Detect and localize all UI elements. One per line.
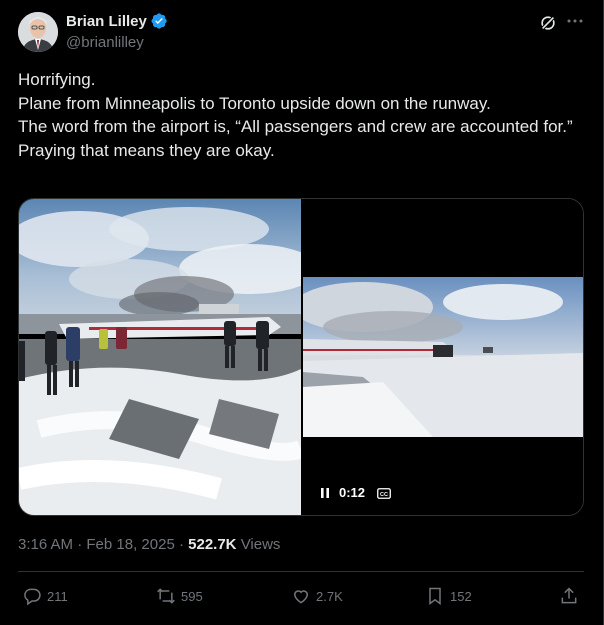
reply-count: 211 — [47, 588, 68, 604]
tweet-line: Horrifying. — [18, 70, 96, 89]
like-button[interactable]: 2.7K — [291, 586, 343, 606]
tweet-text: Horrifying. Plane from Minneapolis to To… — [18, 68, 588, 162]
avatar[interactable] — [18, 12, 58, 52]
tweet-line: The word from the airport is, “All passe… — [18, 117, 573, 136]
meta-separator: · — [178, 536, 184, 553]
video-player[interactable]: 0:12 CC — [303, 199, 583, 515]
video-elapsed-time: 0:12 — [339, 485, 366, 500]
video-frame — [303, 277, 583, 437]
tweet-time[interactable]: 3:16 AM — [18, 536, 73, 553]
divider — [18, 571, 584, 572]
author-name-row[interactable]: Brian Lilley — [66, 12, 168, 30]
like-count: 2.7K — [316, 588, 343, 604]
bookmark-count: 152 — [450, 588, 472, 604]
reply-icon — [24, 588, 41, 606]
media-grid: 0:12 CC — [18, 198, 584, 516]
svg-text:CC: CC — [380, 492, 388, 498]
display-name[interactable]: Brian Lilley — [66, 13, 147, 30]
views-count[interactable]: 522.7K — [188, 536, 236, 553]
views-label: Views — [240, 536, 281, 553]
repost-count: 595 — [181, 588, 203, 604]
tweet-meta: 3:16 AM · Feb 18, 2025 · 522.7K Views — [18, 536, 280, 553]
repost-button[interactable]: 595 — [156, 586, 203, 606]
verified-badge-icon — [150, 12, 168, 30]
repost-icon — [157, 588, 175, 604]
grok-icon[interactable] — [539, 14, 557, 32]
pause-icon[interactable] — [319, 487, 331, 499]
captions-icon[interactable]: CC — [377, 487, 391, 499]
meta-separator: · — [77, 536, 83, 553]
tweet-line: Praying that means they are okay. — [18, 140, 275, 160]
video-controls: 0:12 CC — [319, 485, 391, 500]
bookmark-button[interactable]: 152 — [425, 586, 472, 606]
tweet: Brian Lilley @brianlilley Horrifying. Pl… — [0, 0, 604, 625]
tweet-date[interactable]: Feb 18, 2025 — [86, 536, 174, 553]
share-icon — [561, 587, 577, 604]
like-icon — [293, 590, 309, 604]
reply-button[interactable]: 211 — [22, 586, 68, 606]
tweet-line: Plane from Minneapolis to Toronto upside… — [18, 93, 491, 113]
author-handle[interactable]: @brianlilley — [66, 34, 144, 51]
crash-photo[interactable] — [19, 199, 301, 515]
share-button[interactable] — [559, 586, 579, 606]
bookmark-icon — [429, 587, 441, 605]
more-icon[interactable] — [566, 12, 584, 32]
avatar-image — [18, 12, 58, 52]
